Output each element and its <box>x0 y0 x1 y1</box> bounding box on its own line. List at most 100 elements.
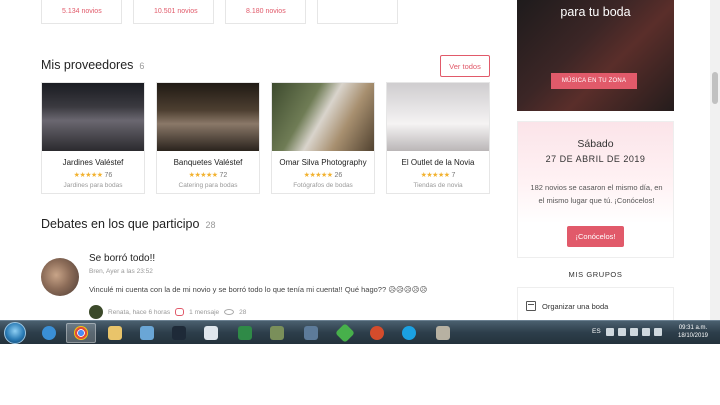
music-button[interactable]: MÚSICA EN TU ZONA <box>551 73 637 89</box>
groups-list: Organizar una boda <box>517 287 674 320</box>
music-title: para tu boda <box>560 5 631 19</box>
flag-icon[interactable] <box>618 328 626 336</box>
monitor-icon[interactable] <box>132 323 162 343</box>
vendor-name[interactable]: Banquetes Valéstef <box>157 158 259 167</box>
vendor-category: Jardines para bodas <box>63 182 123 189</box>
rating-count: 7 <box>451 172 456 179</box>
document-icon[interactable] <box>196 323 226 343</box>
stars-icon: ★★★★★ <box>420 172 450 179</box>
app-magnet-glyph <box>370 326 384 340</box>
document-glyph <box>204 326 218 340</box>
rating-count: 76 <box>104 172 113 179</box>
stat-card[interactable]: 8.180 novios <box>225 0 306 24</box>
vendor-rating: ★★★★★ 7 <box>387 171 489 179</box>
stat-card[interactable]: 5.134 novios <box>41 0 122 24</box>
clock-time: 09:31 a.m. <box>678 325 708 331</box>
wedding-date-card: Sábado 27 DE ABRIL DE 2019 182 novios se… <box>517 121 674 258</box>
date-text: 182 novios se casaron el mismo día, en e… <box>530 183 663 205</box>
vendor-photo[interactable] <box>387 83 489 151</box>
vendor-photo[interactable] <box>42 83 144 151</box>
view-count: 28 <box>239 308 247 316</box>
post-body: Vinculé mi cuenta con la de mi novio y s… <box>89 285 428 294</box>
folder-icon[interactable] <box>100 323 130 343</box>
help-icon[interactable] <box>606 328 614 336</box>
comment-icon <box>175 308 185 316</box>
monitor-glyph <box>140 326 154 340</box>
tray-icons <box>606 328 662 336</box>
network-icon[interactable] <box>630 328 638 336</box>
vendor-photo[interactable] <box>157 83 259 151</box>
last-reply: Renata, hace 6 horas <box>108 308 171 316</box>
debates-count: 28 <box>205 220 216 230</box>
stat-value: 8.180 novios <box>246 8 286 15</box>
avatar[interactable] <box>41 258 79 296</box>
app-green-icon[interactable] <box>330 323 360 343</box>
vendor-photo[interactable] <box>272 83 374 151</box>
volume-icon[interactable] <box>642 328 650 336</box>
excel-glyph <box>238 326 252 340</box>
picture-icon[interactable] <box>262 323 292 343</box>
scroll-thumb[interactable] <box>712 72 718 104</box>
vendor-card[interactable]: Banquetes Valéstef ★★★★★ 72 Catering par… <box>156 82 260 194</box>
app-magnet-icon[interactable] <box>362 323 392 343</box>
rating-count: 72 <box>219 172 228 179</box>
groups-title: MIS GRUPOS <box>568 270 623 279</box>
stat-card[interactable]: 10.501 novios <box>133 0 214 24</box>
group-label: Organizar una boda <box>542 301 609 311</box>
post-meta: Bren, Ayer a las 23:52 <box>89 268 153 275</box>
vendor-name[interactable]: Omar Silva Photography <box>272 158 374 167</box>
ie-glyph <box>42 326 56 340</box>
clock[interactable]: 09:31 a.m. 18/10/2019 <box>668 324 718 340</box>
chrome-glyph <box>74 326 88 340</box>
web-page: 5.134 novios 10.501 novios 8.180 novios … <box>0 0 720 320</box>
date-day: Sábado <box>577 138 614 150</box>
stat-value: 5.134 novios <box>62 8 102 15</box>
taskbar: ES 09:31 a.m. 18/10/2019 <box>0 320 720 344</box>
date-full: 27 DE ABRIL DE 2019 <box>545 154 646 164</box>
avatar[interactable] <box>89 305 103 319</box>
music-banner: para tu boda MÚSICA EN TU ZONA <box>517 0 674 111</box>
meet-them-button[interactable]: ¡Conócelos! <box>567 226 624 247</box>
vendor-category: Tiendas de novia <box>413 182 463 189</box>
vendor-name[interactable]: Jardines Valéstef <box>42 158 144 167</box>
vendor-rating: ★★★★★ 76 <box>42 171 144 179</box>
windows-start-icon[interactable] <box>4 322 26 344</box>
calendar-icon <box>526 301 536 311</box>
post-title[interactable]: Se borró todo!! <box>89 253 155 264</box>
app-icon[interactable] <box>296 323 326 343</box>
group-item[interactable]: Organizar una boda <box>526 301 608 311</box>
language-indicator[interactable]: ES <box>592 328 601 335</box>
vendor-card[interactable]: Omar Silva Photography ★★★★★ 26 Fotógraf… <box>271 82 375 194</box>
stars-icon: ★★★★★ <box>73 172 103 179</box>
excel-icon[interactable] <box>230 323 260 343</box>
vendor-card[interactable]: Jardines Valéstef ★★★★★ 76 Jardines para… <box>41 82 145 194</box>
stars-icon: ★★★★★ <box>188 172 218 179</box>
ie-icon[interactable] <box>34 323 64 343</box>
providers-count: 6 <box>139 61 145 71</box>
vendor-name[interactable]: El Outlet de la Novia <box>387 158 489 167</box>
app-photo-icon[interactable] <box>428 323 458 343</box>
app-s-icon[interactable] <box>164 323 194 343</box>
scrollbar[interactable] <box>710 0 720 320</box>
vendor-category: Fotógrafos de bodas <box>293 182 353 189</box>
app-glyph <box>304 326 318 340</box>
see-all-button[interactable]: Ver todos <box>440 55 490 77</box>
speaker-icon[interactable] <box>654 328 662 336</box>
chrome-icon[interactable] <box>66 323 96 343</box>
providers-heading: Mis proveedores 6 <box>41 58 144 72</box>
providers-title: Mis proveedores <box>41 58 134 72</box>
message-count[interactable]: 1 mensaje <box>189 309 219 316</box>
stat-value: 10.501 novios <box>154 8 198 15</box>
vendor-rating: ★★★★★ 72 <box>157 171 259 179</box>
app-photo-glyph <box>436 326 450 340</box>
app-green-glyph <box>335 323 355 343</box>
skype-glyph <box>402 326 416 340</box>
debates-title: Debates en los que participo <box>41 217 200 231</box>
picture-glyph <box>270 326 284 340</box>
folder-glyph <box>108 326 122 340</box>
vendor-card[interactable]: El Outlet de la Novia ★★★★★ 7 Tiendas de… <box>386 82 490 194</box>
skype-icon[interactable] <box>394 323 424 343</box>
vendor-category: Catering para bodas <box>178 182 238 189</box>
debates-heading: Debates en los que participo 28 <box>41 217 215 231</box>
stat-card[interactable] <box>317 0 398 24</box>
